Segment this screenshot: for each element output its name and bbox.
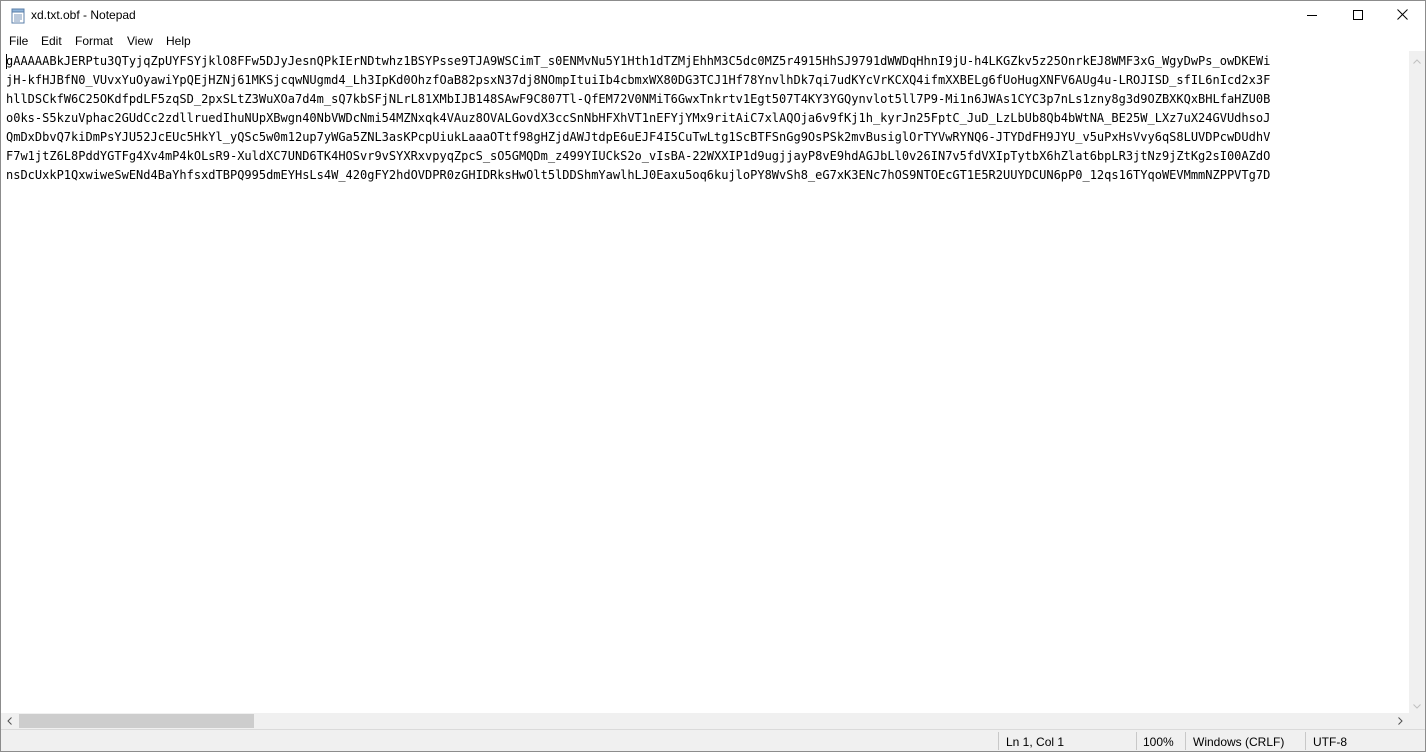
chevron-down-icon [1413, 698, 1421, 712]
scroll-right-button[interactable] [1392, 713, 1409, 729]
status-divider [998, 732, 999, 750]
minimize-icon [1307, 9, 1317, 23]
horizontal-scrollbar[interactable] [1, 713, 1409, 729]
menu-edit[interactable]: Edit [41, 34, 62, 48]
menu-format[interactable]: Format [75, 34, 113, 48]
chevron-left-icon [7, 714, 12, 728]
text-line: nsDcUxkP1QxwiweSwENd4BaYhfsxdTBPQ995dmEY… [6, 168, 1271, 182]
menu-help[interactable]: Help [166, 34, 191, 48]
status-divider [1185, 732, 1186, 750]
close-button[interactable] [1379, 1, 1425, 31]
status-divider [1305, 732, 1306, 750]
text-line: jH-kfHJBfN0_VUvxYuOyawiYpQEjHZNj61MKSjcq… [6, 73, 1271, 87]
zoom-level: 100% [1143, 735, 1174, 749]
text-line: o0ks-S5kzuVphac2GUdCc2zdllruedIhuNUpXBwg… [6, 111, 1271, 125]
maximize-button[interactable] [1335, 1, 1381, 31]
minimize-button[interactable] [1289, 1, 1335, 31]
text-editor[interactable]: gAAAAABkJERPtu3QTyjqZpUYFSYjklO8FFw5DJyJ… [1, 51, 1409, 713]
menu-view[interactable]: View [127, 34, 153, 48]
chevron-up-icon [1413, 53, 1421, 67]
notepad-icon [11, 8, 25, 24]
cursor-position: Ln 1, Col 1 [1006, 735, 1065, 749]
scroll-up-button[interactable] [1409, 51, 1425, 68]
text-line: F7w1jtZ6L8PddYGTFg4Xv4mP4kOLsR9-XuldXC7U… [6, 149, 1271, 163]
encoding: UTF-8 [1313, 735, 1347, 749]
scroll-left-button[interactable] [1, 713, 18, 729]
chevron-right-icon [1398, 714, 1403, 728]
scrollbar-corner [1409, 713, 1425, 729]
vertical-scrollbar[interactable] [1409, 51, 1425, 713]
text-line: gAAAAABkJERPtu3QTyjqZpUYFSYjklO8FFw5DJyJ… [6, 54, 1271, 68]
window-title: xd.txt.obf - Notepad [31, 8, 136, 22]
status-divider [1136, 732, 1137, 750]
maximize-icon [1353, 9, 1363, 23]
line-ending: Windows (CRLF) [1193, 735, 1285, 749]
menu-file[interactable]: File [9, 34, 28, 48]
text-caret [6, 54, 7, 69]
menu-bar: File Edit Format View Help [1, 31, 1425, 51]
text-line: QmDxDbvQ7kiDmPsYJU52JcEUc5HkYl_yQSc5w0m1… [6, 130, 1271, 144]
notepad-window: xd.txt.obf - Notepad File Edit Format Vi… [0, 0, 1426, 752]
status-bar: Ln 1, Col 1 100% Windows (CRLF) UTF-8 [1, 729, 1425, 751]
text-line: hllDSCkfW6C25OKdfpdLF5zqSD_2pxSLtZ3WuXOa… [6, 92, 1271, 106]
horizontal-scroll-thumb[interactable] [19, 714, 254, 728]
scroll-down-button[interactable] [1409, 696, 1425, 713]
title-bar[interactable]: xd.txt.obf - Notepad [1, 1, 1425, 31]
close-icon [1396, 9, 1408, 23]
